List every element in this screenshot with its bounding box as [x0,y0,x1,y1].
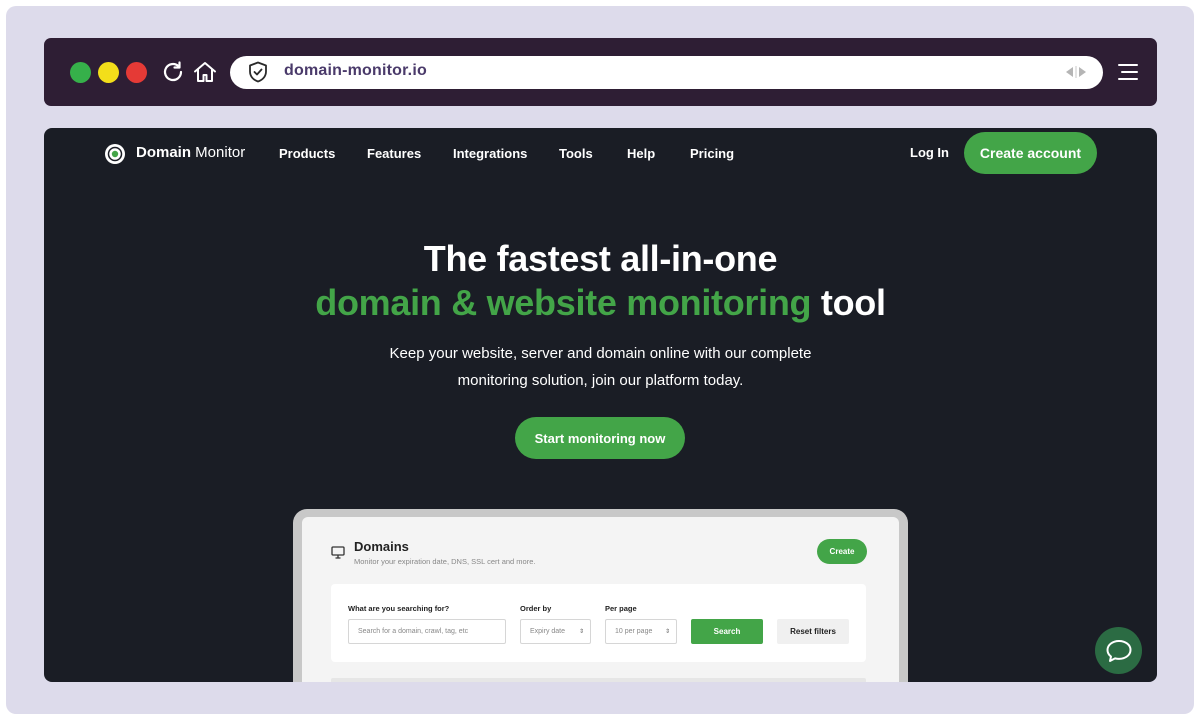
nav-help[interactable]: Help [627,146,655,161]
mockup-table-row [331,678,866,682]
mockup-search-input: Search for a domain, crawl, tag, etc [348,619,506,644]
chat-button[interactable] [1095,627,1142,674]
domain-monitor-logo-icon[interactable] [104,143,126,165]
mockup-create-button: Create [817,539,867,564]
mockup-title: Domains [354,539,409,554]
nav-products[interactable]: Products [279,146,335,161]
minimize-window-button[interactable] [98,62,119,83]
menu-icon[interactable] [1116,61,1140,83]
hero-title-highlight: domain & website monitoring [315,282,812,323]
chat-bubble-icon [1106,639,1131,662]
nav-integrations[interactable]: Integrations [453,146,527,161]
home-icon[interactable] [192,59,218,85]
nav-pricing[interactable]: Pricing [690,146,734,161]
mockup-perpage-select: 10 per page ⇕ [605,619,677,644]
nav-features[interactable]: Features [367,146,421,161]
close-window-button[interactable] [126,62,147,83]
nav-tools[interactable]: Tools [559,146,593,161]
login-link[interactable]: Log In [910,145,949,160]
back-forward-arrows-icon[interactable] [1063,65,1089,79]
website-page: Domain Monitor Products Features Integra… [44,128,1157,682]
reload-icon[interactable] [160,59,186,85]
brand-name[interactable]: Domain Monitor [136,144,245,161]
select-caret-icon: ⇕ [578,629,584,635]
start-monitoring-button[interactable]: Start monitoring now [515,417,685,459]
hero-title-line2: domain & website monitoring tool [44,282,1157,324]
hero-subtitle: Keep your website, server and domain onl… [389,345,812,389]
create-account-button[interactable]: Create account [964,132,1097,174]
mockup-search-label: What are you searching for? [348,604,450,613]
monitor-icon [331,546,345,559]
mockup-reset-button: Reset filters [777,619,849,644]
select-caret-icon: ⇕ [664,629,670,635]
mockup-subtitle: Monitor your expiration date, DNS, SSL c… [354,557,536,566]
shield-check-icon [249,61,267,83]
mockup-order-select: Expiry date ⇕ [520,619,591,644]
hero-title-tail: tool [811,282,886,323]
hero-title-line1: The fastest all-in-one [423,238,778,279]
maximize-window-button[interactable] [70,62,91,83]
url-text: domain-monitor.io [284,62,427,79]
mockup-search-button: Search [691,619,763,644]
mockup-perpage-label: Per page [605,604,637,613]
mockup-order-label: Order by [520,604,552,613]
